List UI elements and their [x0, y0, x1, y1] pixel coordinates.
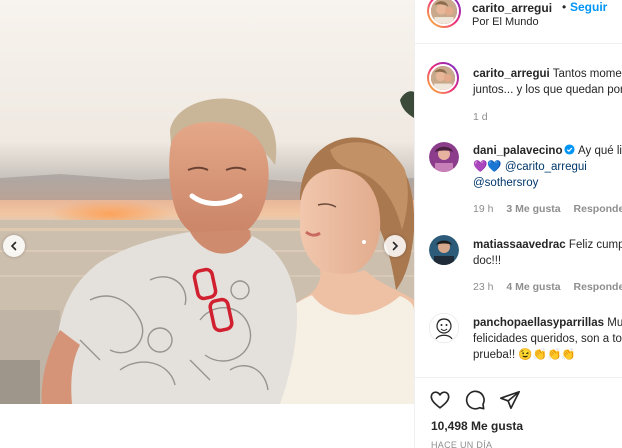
comment-username[interactable]: dani_palavecino — [473, 145, 562, 157]
comment-text: Feliz cumple — [568, 239, 622, 251]
comment-likes-link[interactable]: 4 Me gusta — [506, 281, 560, 293]
caption-username[interactable]: carito_arregui — [473, 68, 550, 80]
reply-button[interactable]: Responder — [574, 281, 622, 293]
reply-button[interactable]: Responder — [574, 203, 622, 215]
location-link[interactable]: Por El Mundo — [472, 16, 539, 28]
post-header: carito_arregui • Seguir Por El Mundo — [415, 0, 622, 44]
comment-text: prueba!! — [473, 349, 516, 361]
likes-count[interactable]: 10,498 Me gusta — [431, 419, 523, 433]
clap-emoji: 😉👏👏👏 — [518, 349, 576, 361]
comment-text: Ay qué lindos — [578, 145, 622, 157]
commenter-avatar-pancho[interactable] — [429, 313, 459, 343]
comment-line-2: felicidades queridos, son a toda — [473, 333, 622, 345]
comment-username[interactable]: matiassaavedrac — [473, 239, 566, 251]
comment-meta: 23 h 4 Me gusta Responder — [473, 281, 622, 293]
caption-line-2: juntos... y los que quedan por vivir — [473, 84, 622, 96]
follow-button[interactable]: Seguir — [570, 0, 607, 14]
caption-time: 1 d — [473, 111, 488, 123]
next-photo-button[interactable] — [384, 235, 406, 257]
comment-icon[interactable] — [464, 389, 486, 411]
comment-time: 19 h — [473, 203, 494, 215]
post-actions: 10,498 Me gusta HACE UN DÍA — [415, 377, 622, 448]
commenter-avatar-matias[interactable] — [429, 235, 459, 265]
author-username-link[interactable]: carito_arregui — [472, 1, 552, 15]
caption-line-1: carito_arregui Tantos momentos — [473, 66, 622, 82]
comment-line-1: matiassaavedrac Feliz cumple — [473, 237, 622, 253]
mention-link[interactable]: @sothersroy — [473, 175, 538, 191]
header-separator: • — [562, 0, 567, 14]
comments-list[interactable]: carito_arregui Tantos momentos juntos...… — [415, 45, 622, 377]
share-icon[interactable] — [499, 389, 521, 411]
caption-text: Tantos momentos — [552, 68, 622, 80]
commenter-avatar-image — [429, 313, 459, 343]
post-side-panel: carito_arregui • Seguir Por El Mundo car… — [414, 0, 622, 448]
post-photo[interactable] — [0, 0, 414, 404]
previous-photo-button[interactable] — [3, 235, 25, 257]
photo-image — [0, 0, 414, 404]
comment-text: Muchas — [607, 317, 622, 329]
comment-line-3: prueba!! 😉👏👏👏 — [473, 347, 576, 363]
comment-line-2: doc!!! — [473, 255, 502, 267]
comment-meta: 19 h 3 Me gusta Responder — [473, 203, 622, 215]
comment-line-1: panchopaellasyparrillas Muchas — [473, 315, 622, 331]
commenter-avatar-image — [429, 235, 459, 265]
caption-avatar-image — [431, 66, 455, 90]
hearts-emoji: 💜💙 — [473, 161, 502, 173]
comment-likes-link[interactable]: 3 Me gusta — [506, 203, 560, 215]
post-time-ago[interactable]: HACE UN DÍA — [431, 440, 492, 448]
commenter-avatar-dani[interactable] — [429, 142, 459, 172]
caption-author-avatar[interactable] — [427, 62, 459, 94]
chevron-right-icon — [392, 241, 399, 251]
commenter-avatar-image — [429, 142, 459, 172]
comment-line-2: 💜💙 @carito_arregui — [473, 159, 587, 175]
verified-badge-icon — [564, 144, 576, 155]
comment-line-1: dani_palavecino Ay qué lindos — [473, 143, 622, 159]
mention-link[interactable]: @carito_arregui — [505, 161, 587, 173]
comment-time: 23 h — [473, 281, 494, 293]
heart-icon[interactable] — [429, 389, 451, 411]
chevron-left-icon — [10, 241, 17, 251]
comment-username[interactable]: panchopaellasyparrillas — [473, 317, 604, 329]
author-avatar-image — [431, 0, 457, 24]
author-avatar[interactable] — [427, 0, 461, 28]
